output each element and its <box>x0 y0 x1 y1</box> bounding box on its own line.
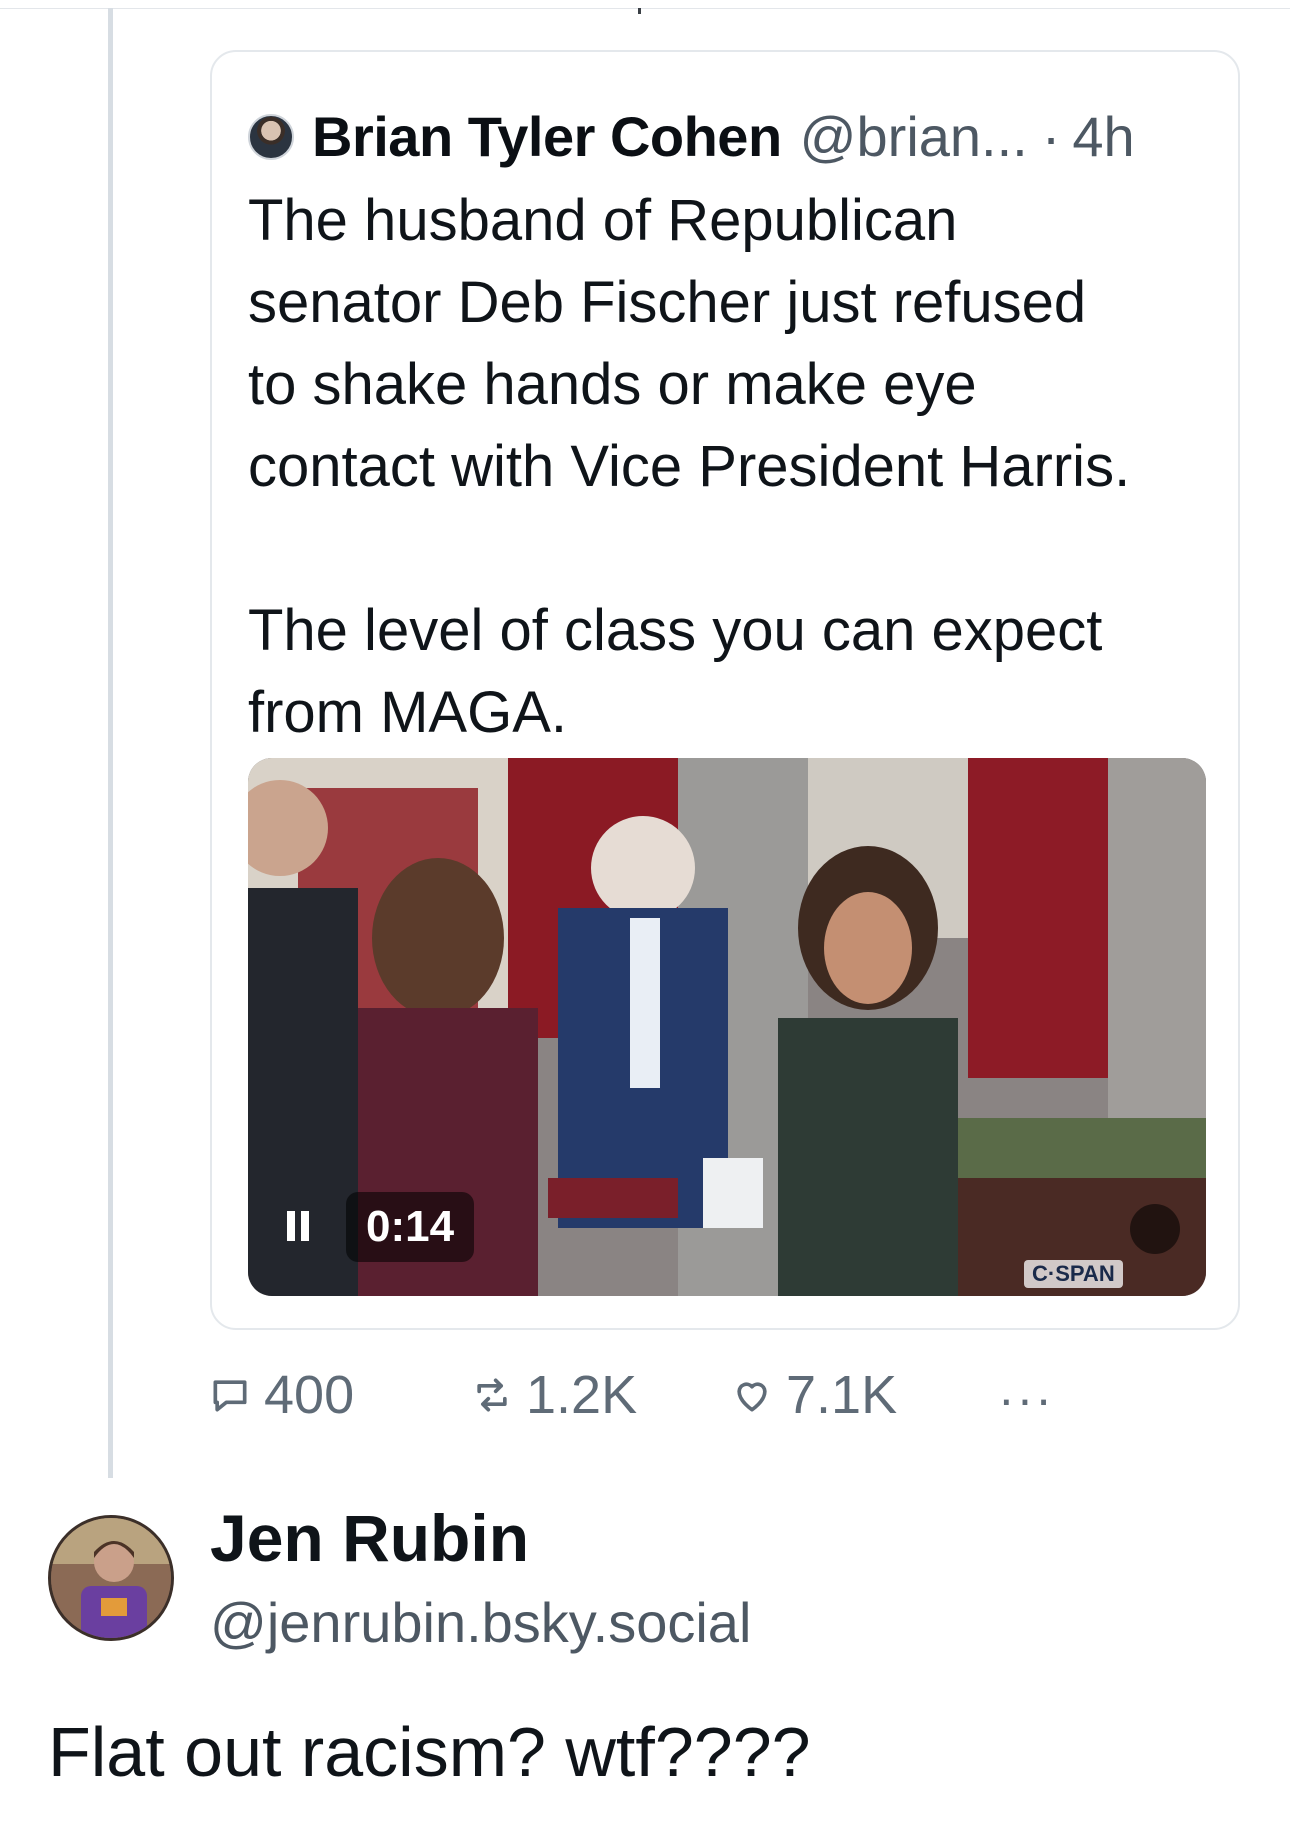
video-timestamp: 0:14 <box>346 1192 475 1262</box>
author-photo <box>51 1518 171 1638</box>
meta-separator: · <box>1041 105 1061 168</box>
video-player[interactable]: 0:14 C·SPAN <box>248 758 1206 1296</box>
divider <box>0 8 1290 9</box>
repost-button[interactable]: 1.2K <box>470 1360 637 1430</box>
like-button[interactable]: 7.1K <box>730 1360 897 1430</box>
quoted-author-avatar[interactable] <box>248 113 294 160</box>
cspan-watermark: C·SPAN <box>1024 1260 1123 1288</box>
divider-mark <box>638 8 641 14</box>
pause-icon <box>287 1211 295 1241</box>
thread-connector-line <box>108 8 113 1478</box>
post-thread: Brian Tyler Cohen @brian... · 4h The hus… <box>0 0 1290 1848</box>
reply-count: 400 <box>264 1365 355 1425</box>
speech-bubble-icon <box>213 1380 247 1412</box>
quoted-post-card[interactable]: Brian Tyler Cohen @brian... · 4h The hus… <box>210 50 1240 1330</box>
author-handle[interactable]: @jenrubin.bsky.social <box>210 1590 751 1655</box>
pause-button[interactable] <box>278 1196 318 1256</box>
quoted-post-header: Brian Tyler Cohen @brian... · 4h <box>248 104 1135 169</box>
speaker-muted-icon <box>1130 1204 1206 1296</box>
quoted-author-name[interactable]: Brian Tyler Cohen <box>312 104 782 169</box>
reply-button[interactable]: 400 <box>208 1360 354 1430</box>
pause-icon <box>301 1211 309 1241</box>
quoted-post-text: The husband of Republican senator Deb Fi… <box>248 188 1131 745</box>
quoted-post-time[interactable]: 4h <box>1072 104 1134 169</box>
like-count: 7.1K <box>786 1365 898 1425</box>
ellipsis-icon[interactable]: ··· <box>998 1370 1054 1428</box>
heart-outline-icon <box>737 1382 767 1412</box>
post-text: Flat out racism? wtf???? <box>48 1713 811 1791</box>
repost-arrows-icon <box>477 1378 507 1412</box>
unmute-button[interactable] <box>1130 1204 1180 1254</box>
author-avatar[interactable] <box>48 1515 174 1641</box>
repost-count: 1.2K <box>526 1365 638 1425</box>
quoted-author-handle[interactable]: @brian... <box>800 104 1028 169</box>
author-name[interactable]: Jen Rubin <box>210 1500 529 1576</box>
